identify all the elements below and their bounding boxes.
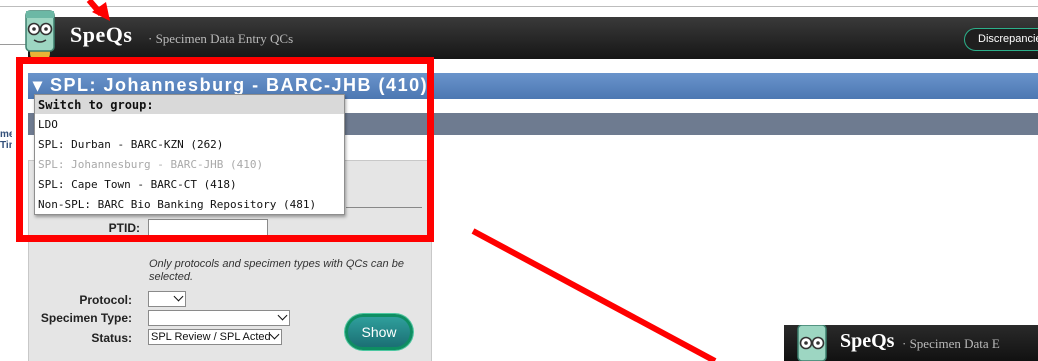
app-brand[interactable]: SpeQs bbox=[70, 22, 132, 48]
cropped-side-label: me bbox=[0, 129, 12, 140]
speqs-mascot-logo-icon bbox=[797, 325, 827, 361]
show-button[interactable]: Show bbox=[345, 314, 413, 350]
discrepancies-button[interactable]: Discrepancies bbox=[964, 28, 1038, 51]
chevron-down-icon bbox=[277, 311, 288, 321]
protocol-note: Only protocols and specimen types with Q… bbox=[149, 258, 404, 283]
chevron-down-icon bbox=[173, 292, 184, 302]
chevron-down-icon bbox=[269, 330, 280, 340]
top-divider-line bbox=[0, 6, 1038, 7]
highlight-box bbox=[16, 57, 434, 242]
specimen-type-select[interactable] bbox=[148, 310, 290, 326]
status-select[interactable]: SPL Review / SPL Acted bbox=[148, 329, 282, 345]
lower-tagline: · Specimen Data E bbox=[902, 336, 1000, 351]
app-tagline: · Specimen Data Entry QCs bbox=[148, 31, 294, 46]
protocol-select[interactable] bbox=[148, 291, 186, 307]
lower-app-header: SpeQs · Specimen Data E bbox=[784, 325, 1038, 361]
speqs-mascot-logo-icon[interactable] bbox=[22, 9, 58, 63]
arrow-icon bbox=[471, 228, 717, 361]
specimen-type-label: Specimen Type: bbox=[40, 311, 132, 325]
cropped-side-label: Tim bbox=[0, 140, 12, 151]
status-label: Status: bbox=[91, 331, 132, 345]
lower-brand: SpeQs bbox=[840, 330, 895, 352]
status-select-value: SPL Review / SPL Acted bbox=[151, 331, 271, 343]
protocol-label: Protocol: bbox=[79, 293, 132, 307]
